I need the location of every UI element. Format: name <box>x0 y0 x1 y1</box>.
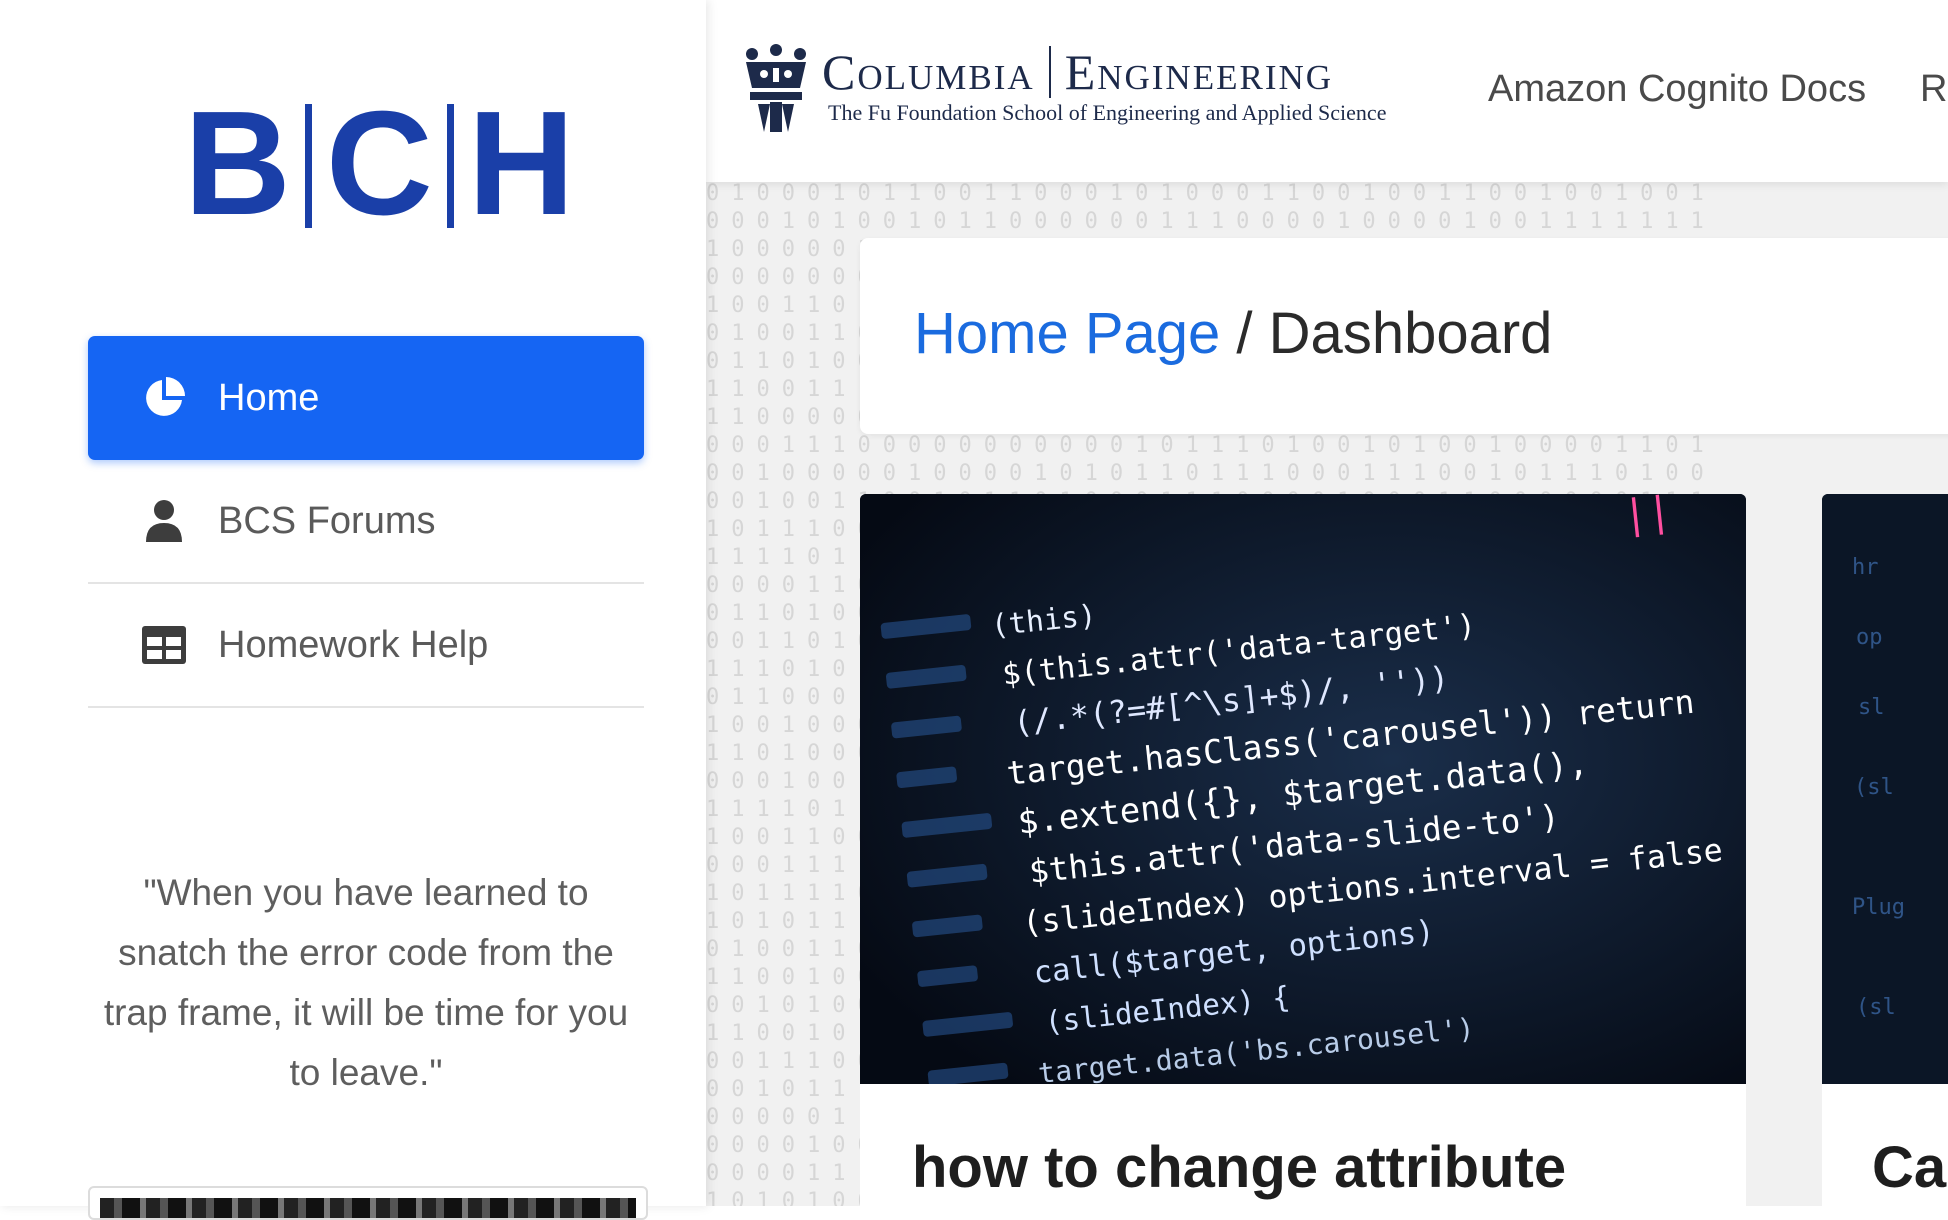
svg-text:Plug: Plug <box>1852 895 1905 920</box>
sidebar: B C H Home BCS Forums Homework Help "Whe… <box>0 0 706 1220</box>
svg-text:(sl: (sl <box>1856 995 1896 1020</box>
breadcrumb-separator: / <box>1236 301 1253 366</box>
sidebar-item-label: Home <box>218 376 320 419</box>
sidebar-item-label: Homework Help <box>218 623 489 666</box>
sidebar-item-label: BCS Forums <box>218 499 436 542</box>
svg-text:sl: sl <box>1858 695 1885 720</box>
brand-name-left: Columbia <box>822 44 1035 100</box>
svg-text:op: op <box>1856 625 1883 650</box>
post-title[interactable]: Ca <box>1872 1134 1946 1201</box>
post-thumbnail: hr op sl (sl Plug (sl <box>1822 494 1948 1084</box>
main-content: 0100010110011000101000110010011001001001… <box>706 0 1948 1206</box>
sidebar-item-bcs-forums[interactable]: BCS Forums <box>88 460 644 584</box>
code-accent: || <box>1621 494 1674 539</box>
breadcrumb-current: Dashboard <box>1268 301 1553 366</box>
nav-link-truncated[interactable]: Re <box>1920 68 1948 111</box>
brand-subtitle: The Fu Foundation School of Engineering … <box>828 100 1387 125</box>
columbia-crown-icon <box>746 44 806 132</box>
sidebar-item-home[interactable]: Home <box>88 336 644 460</box>
breadcrumb-card: Home Page / Dashboard <box>860 238 1948 434</box>
sidebar-quote: "When you have learned to snatch the err… <box>103 872 629 1093</box>
brand-name-right: Engineering <box>1064 44 1334 100</box>
nav-link-cognito-docs[interactable]: Amazon Cognito Docs <box>1488 68 1866 111</box>
brand-divider <box>1048 46 1051 98</box>
sidebar-card-image <box>100 1198 636 1218</box>
breadcrumb: Home Page / Dashboard <box>914 300 1552 367</box>
user-icon <box>134 497 194 545</box>
logo-letter-b: B <box>184 81 291 246</box>
post-card[interactable]: hr op sl (sl Plug (sl Ca <box>1822 494 1948 1206</box>
table-icon <box>134 621 194 669</box>
breadcrumb-home-link[interactable]: Home Page <box>914 301 1220 366</box>
svg-text:hr: hr <box>1852 555 1879 580</box>
sidebar-bottom-card[interactable] <box>88 1186 648 1220</box>
logo-letter-h: H <box>467 81 575 246</box>
post-card[interactable]: (this) $(this.attr('data-target') (/.*(?=#… <box>860 494 1746 1206</box>
bch-logo[interactable]: B C H <box>184 81 575 246</box>
logo-divider <box>304 104 312 228</box>
top-navbar: Columbia Engineering The Fu Foundation S… <box>706 0 1948 182</box>
pie-chart-icon <box>134 374 194 422</box>
columbia-engineering-logo[interactable]: Columbia Engineering The Fu Foundation S… <box>740 44 1386 136</box>
logo-letter-c: C <box>325 81 433 246</box>
post-title[interactable]: how to change attribute <box>912 1134 1566 1201</box>
sidebar-nav: Home BCS Forums Homework Help <box>88 336 644 708</box>
post-thumbnail: (this) $(this.attr('data-target') (/.*(?=#… <box>860 494 1746 1084</box>
logo-divider <box>446 104 454 228</box>
sidebar-item-homework-help[interactable]: Homework Help <box>88 584 644 708</box>
svg-text:(sl: (sl <box>1854 775 1894 800</box>
